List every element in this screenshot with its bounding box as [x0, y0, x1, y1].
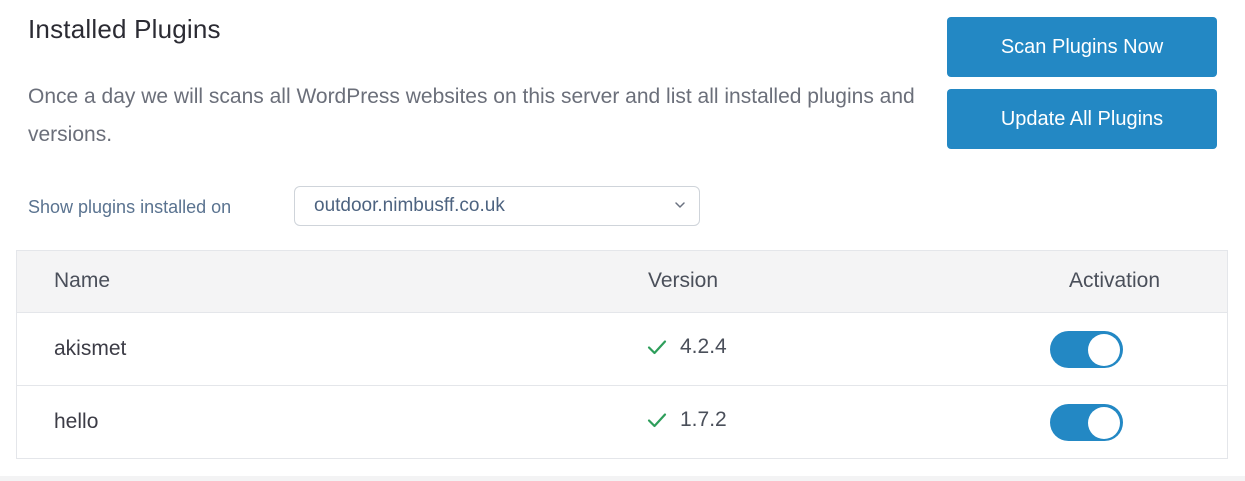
- plugin-version-value: 1.7.2: [680, 408, 727, 431]
- table-row: hello 1.7.2: [17, 386, 1227, 459]
- toggle-knob: [1088, 333, 1120, 366]
- site-select-value: outdoor.nimbusff.co.uk: [314, 195, 505, 216]
- table-header: Name Version Activation: [17, 251, 1227, 313]
- page-title: Installed Plugins: [28, 14, 221, 44]
- check-icon: [647, 340, 667, 355]
- column-header-version: Version: [648, 269, 719, 292]
- chevron-down-icon: [675, 202, 685, 208]
- scan-plugins-button[interactable]: Scan Plugins Now: [947, 17, 1217, 77]
- plugin-name: akismet: [54, 337, 127, 360]
- site-select[interactable]: outdoor.nimbusff.co.uk: [294, 186, 700, 226]
- plugin-name: hello: [54, 410, 99, 433]
- toggle-knob: [1088, 406, 1120, 439]
- check-icon: [647, 413, 667, 428]
- page-description: Once a day we will scans all WordPress w…: [28, 85, 915, 146]
- page-divider: [0, 476, 1245, 481]
- plugin-version-value: 4.2.4: [680, 335, 727, 358]
- update-all-plugins-button[interactable]: Update All Plugins: [947, 89, 1217, 149]
- activation-toggle[interactable]: [1050, 331, 1123, 368]
- table-row: akismet 4.2.4: [17, 313, 1227, 386]
- column-header-activation: Activation: [1069, 269, 1161, 292]
- activation-toggle[interactable]: [1050, 404, 1123, 441]
- column-header-name: Name: [54, 269, 111, 292]
- plugin-version: 1.7.2: [646, 408, 727, 432]
- site-filter-label: Show plugins installed on: [28, 197, 232, 217]
- plugins-table: Name Version Activation akismet 4.2.4 he…: [16, 250, 1228, 459]
- installed-plugins-page: Installed Plugins Once a day we will sca…: [0, 0, 1245, 481]
- plugin-version: 4.2.4: [646, 335, 727, 359]
